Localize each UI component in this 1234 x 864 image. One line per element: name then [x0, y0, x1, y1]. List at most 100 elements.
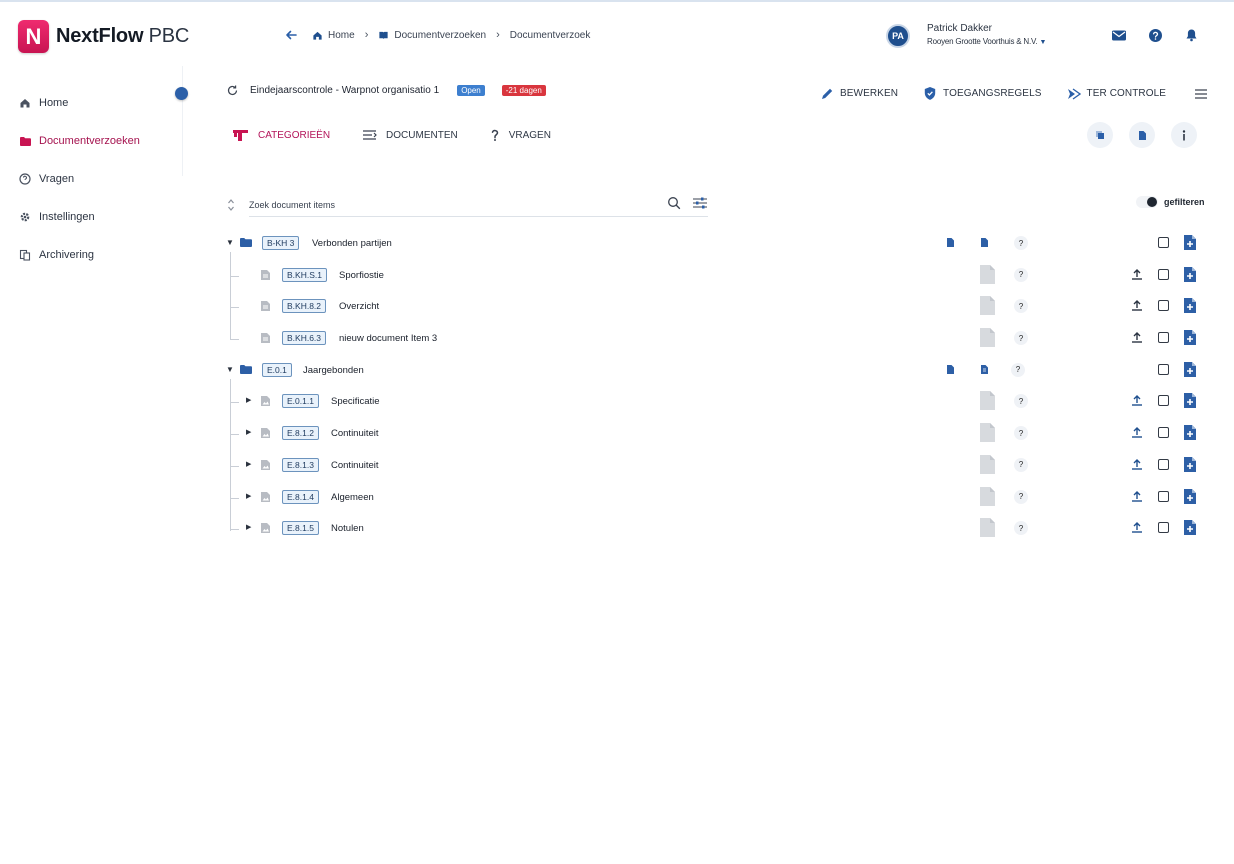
upload-icon[interactable]	[1131, 490, 1143, 503]
page-icon[interactable]	[979, 486, 996, 507]
add-document-icon[interactable]	[1183, 456, 1197, 473]
upload-icon[interactable]	[1131, 521, 1143, 534]
request-actions: BEWERKEN TOEGANGSREGELS TER CONTROLE	[820, 86, 1209, 101]
menu-icon[interactable]	[1193, 88, 1209, 100]
add-document-icon[interactable]	[1183, 488, 1197, 505]
document-row[interactable]: B.KH.S.1 Sporfiostie ?	[222, 260, 1212, 292]
filter-icon[interactable]	[692, 196, 708, 210]
caret-down-icon[interactable]: ▼	[226, 365, 234, 374]
breadcrumb-requests[interactable]: Documentverzoeken	[378, 30, 486, 41]
row-checkbox[interactable]	[1158, 490, 1169, 502]
sort-icon[interactable]	[226, 197, 236, 213]
document-icon[interactable]	[946, 364, 955, 375]
document-row[interactable]: B.KH.8.2 Overzicht ?	[222, 291, 1212, 323]
sidebar-item-settings[interactable]: Instellingen	[0, 198, 183, 236]
caret-right-icon[interactable]: ▶	[246, 461, 254, 469]
row-checkbox[interactable]	[1158, 427, 1169, 439]
document-row[interactable]: ▶ E.0.1.1 Specificatie ?	[222, 386, 1212, 418]
info-button[interactable]	[1171, 122, 1197, 148]
question-badge[interactable]: ?	[1014, 521, 1028, 536]
document-row[interactable]: ▶ E.8.1.5 Notulen ?	[222, 513, 1212, 545]
caret-down-icon[interactable]: ▼	[226, 239, 234, 247]
add-document-icon[interactable]	[1183, 424, 1197, 441]
help-icon[interactable]	[1146, 27, 1164, 43]
question-badge[interactable]: ?	[1014, 394, 1028, 409]
edit-button[interactable]: BEWERKEN	[820, 87, 898, 101]
question-badge[interactable]: ?	[1014, 426, 1028, 441]
question-badge[interactable]: ?	[1014, 299, 1028, 314]
row-checkbox[interactable]	[1158, 300, 1169, 312]
search-input[interactable]	[249, 194, 708, 217]
mail-icon[interactable]	[1110, 27, 1128, 43]
page-icon[interactable]	[979, 264, 996, 285]
send-for-review-button[interactable]: TER CONTROLE	[1067, 87, 1167, 100]
row-checkbox[interactable]	[1158, 363, 1169, 375]
sidebar-item-questions[interactable]: Vragen	[0, 160, 183, 198]
row-checkbox[interactable]	[1158, 268, 1169, 280]
question-badge[interactable]: ?	[1014, 267, 1028, 282]
add-document-icon[interactable]	[1183, 519, 1197, 536]
upload-icon[interactable]	[1131, 458, 1143, 471]
category-row[interactable]: ▼ E.0.1 Jaargebonden ?	[222, 355, 1212, 387]
question-badge[interactable]: ?	[1014, 457, 1028, 472]
document-icon[interactable]	[946, 237, 955, 248]
question-badge[interactable]: ?	[1014, 489, 1028, 504]
row-checkbox[interactable]	[1158, 237, 1169, 248]
add-document-icon[interactable]	[1183, 234, 1197, 251]
tab-categories[interactable]: CATEGORIEËN	[232, 128, 330, 142]
app-logo[interactable]: N NextFlow PBC	[18, 20, 189, 53]
add-document-icon[interactable]	[1183, 266, 1197, 283]
filter-toggle[interactable]: gefilteren	[1136, 196, 1205, 208]
page-icon[interactable]	[979, 454, 996, 475]
add-document-icon[interactable]	[1183, 361, 1197, 378]
row-checkbox[interactable]	[1158, 332, 1169, 344]
page-icon[interactable]	[979, 327, 996, 348]
document-row[interactable]: ▶ E.8.1.2 Continuiteit ?	[222, 418, 1212, 450]
question-badge[interactable]: ?	[1014, 331, 1028, 346]
tab-questions[interactable]: VRAGEN	[490, 128, 551, 142]
caret-right-icon[interactable]: ▶	[246, 397, 254, 405]
caret-right-icon[interactable]: ▶	[246, 429, 254, 437]
page-title: Eindejaarscontrole - Warpnot organisatio…	[250, 85, 440, 96]
upload-icon[interactable]	[1131, 268, 1143, 281]
question-badge[interactable]: ?	[1011, 362, 1025, 377]
back-arrow-icon[interactable]	[284, 28, 298, 42]
add-document-icon[interactable]	[1183, 392, 1197, 409]
document-stack-icon[interactable]	[979, 237, 989, 248]
access-rules-button[interactable]: TOEGANGSREGELS	[923, 86, 1041, 101]
page-icon[interactable]	[979, 517, 996, 538]
document-row[interactable]: B.KH.6.3 nieuw document Item 3 ?	[222, 323, 1212, 355]
caret-right-icon[interactable]: ▶	[246, 524, 254, 532]
document-code: E.0.1.1	[282, 394, 319, 409]
row-checkbox[interactable]	[1158, 395, 1169, 407]
question-badge[interactable]: ?	[1014, 236, 1028, 250]
add-document-icon[interactable]	[1183, 297, 1197, 314]
sidebar-item-archive[interactable]: Archivering	[0, 236, 183, 274]
upload-icon[interactable]	[1131, 331, 1143, 344]
breadcrumb-home[interactable]: Home	[312, 30, 355, 41]
upload-icon[interactable]	[1131, 299, 1143, 312]
upload-icon[interactable]	[1131, 394, 1143, 407]
bell-icon[interactable]	[1182, 27, 1200, 43]
document-stack-icon[interactable]	[979, 364, 989, 375]
row-checkbox[interactable]	[1158, 522, 1169, 534]
sidebar-item-documentrequests[interactable]: Documentverzoeken	[0, 122, 183, 160]
refresh-icon[interactable]	[226, 84, 239, 97]
search-icon[interactable]	[667, 196, 681, 210]
document-button[interactable]	[1129, 122, 1155, 148]
sidebar-item-home[interactable]: Home	[0, 84, 183, 122]
category-row[interactable]: ▼ B-KH 3 Verbonden partijen ?	[222, 228, 1212, 260]
caret-right-icon[interactable]: ▶	[246, 493, 254, 501]
toggle-switch[interactable]	[1136, 196, 1158, 208]
document-row[interactable]: ▶ E.8.1.3 Continuiteit ?	[222, 450, 1212, 482]
page-icon[interactable]	[979, 422, 996, 443]
page-icon[interactable]	[979, 295, 996, 316]
tab-documents[interactable]: DOCUMENTEN	[362, 129, 458, 141]
add-document-icon[interactable]	[1183, 329, 1197, 346]
row-checkbox[interactable]	[1158, 458, 1169, 470]
page-icon[interactable]	[979, 390, 996, 411]
upload-icon[interactable]	[1131, 426, 1143, 439]
copy-button[interactable]	[1087, 122, 1113, 148]
user-menu[interactable]: PA Patrick Dakker Rooyen Grootte Voorthu…	[886, 22, 1046, 49]
document-row[interactable]: ▶ E.8.1.4 Algemeen ?	[222, 482, 1212, 514]
